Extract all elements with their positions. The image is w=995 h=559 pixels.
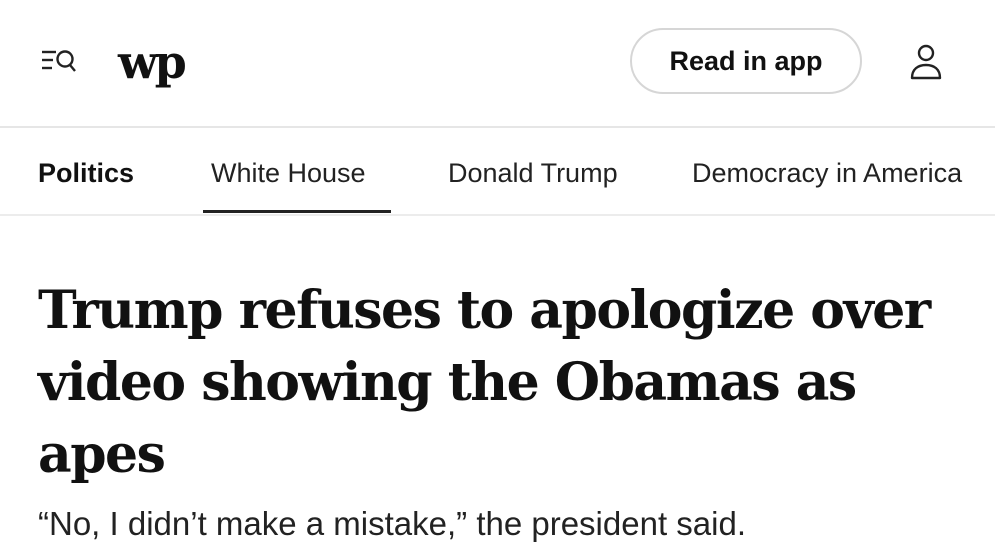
active-tab-indicator <box>203 210 391 213</box>
tab-democracy-in-america[interactable]: Democracy in America <box>692 156 962 190</box>
top-bar: wp Read in app <box>0 0 995 128</box>
tab-donald-trump[interactable]: Donald Trump <box>448 156 618 190</box>
section-nav: Politics White House Donald Trump Democr… <box>0 128 995 216</box>
menu-search-icon[interactable] <box>40 44 80 80</box>
article-subhead: “No, I didn’t make a mistake,” the presi… <box>38 505 746 542</box>
read-in-app-button[interactable]: Read in app <box>630 28 862 94</box>
article-headline: Trump refuses to apologize over video sh… <box>38 280 931 485</box>
washington-post-logo[interactable]: wp <box>118 30 196 94</box>
nav-section-politics[interactable]: Politics <box>38 156 134 190</box>
account-icon[interactable] <box>906 42 946 82</box>
tab-white-house[interactable]: White House <box>211 156 366 190</box>
